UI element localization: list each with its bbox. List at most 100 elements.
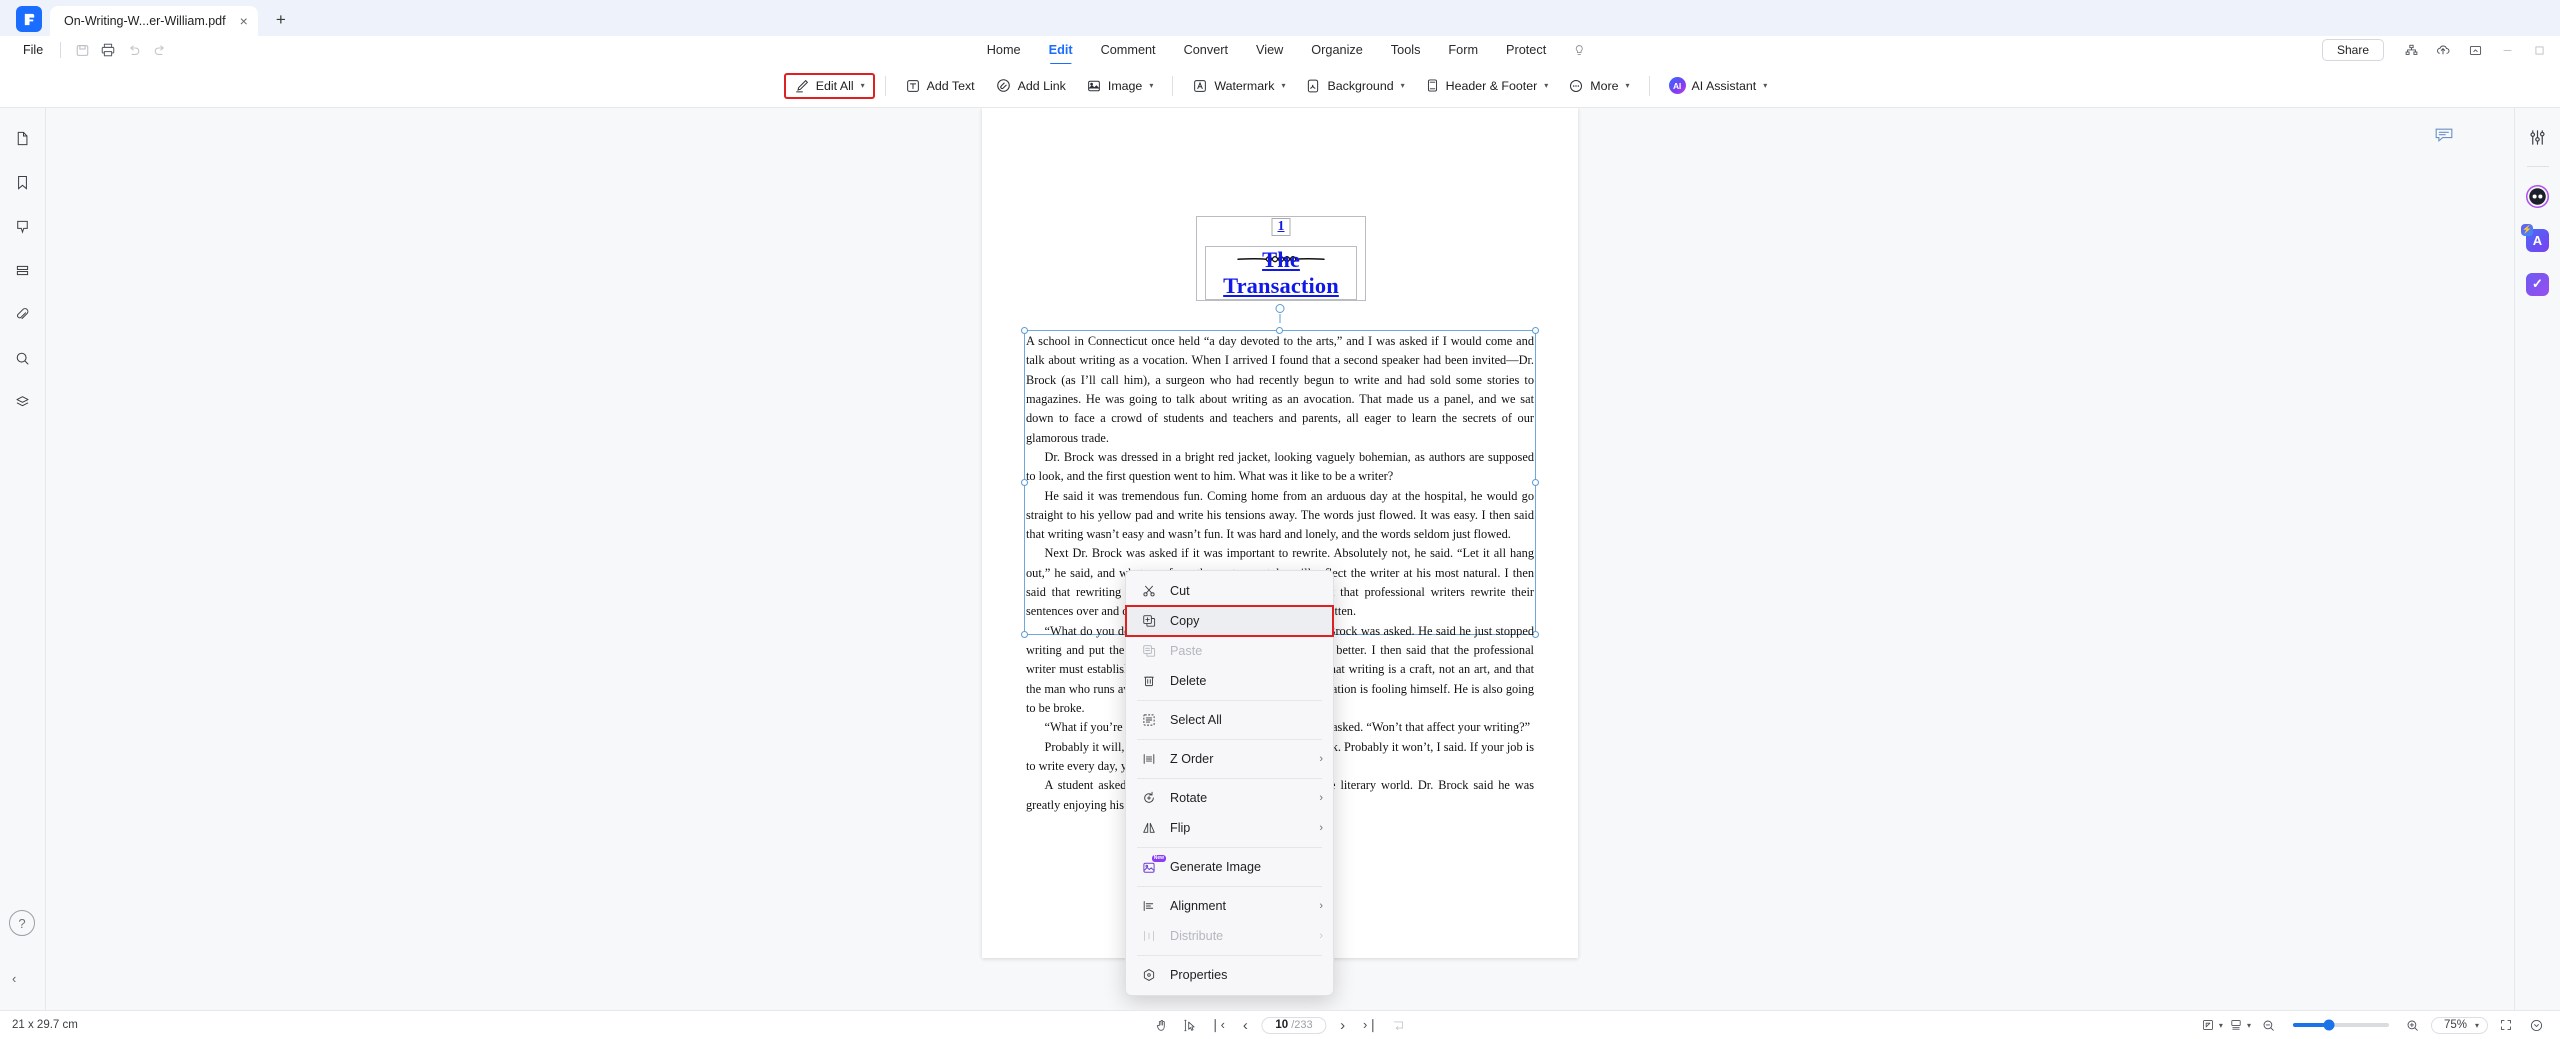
tab-edit[interactable]: Edit: [1035, 41, 1087, 60]
cursor-select-icon[interactable]: [1177, 1014, 1201, 1036]
header-anchor-handle[interactable]: [1275, 304, 1285, 323]
zoom-level-dropdown[interactable]: 75% ▾: [2430, 1016, 2488, 1034]
tab-view[interactable]: View: [1242, 41, 1297, 60]
page-number-field[interactable]: 1: [1271, 218, 1291, 236]
ai-check-icon[interactable]: ✓: [2523, 269, 2553, 299]
hand-icon[interactable]: [1149, 1014, 1173, 1036]
context-menu-item-select-all[interactable]: Select All: [1126, 705, 1333, 735]
add-link-button[interactable]: Add Link: [986, 72, 1075, 99]
maximize-icon[interactable]: [2492, 39, 2522, 61]
first-page-button[interactable]: ❘‹: [1205, 1014, 1229, 1036]
chevron-down-icon[interactable]: ▾: [861, 81, 865, 90]
search-icon[interactable]: [9, 344, 37, 372]
chevron-down-icon[interactable]: ▾: [1149, 81, 1153, 90]
attachment-icon[interactable]: [9, 300, 37, 328]
scroll-mode-icon[interactable]: ▾: [2229, 1014, 2251, 1036]
zoom-slider[interactable]: [2292, 1019, 2389, 1031]
tab-protect[interactable]: Protect: [1492, 41, 1560, 60]
document-tab[interactable]: On-Writing-W...er-William.pdf ×: [50, 6, 258, 36]
save-icon[interactable]: [69, 39, 95, 61]
close-window-icon[interactable]: [2524, 39, 2554, 61]
chevron-down-icon[interactable]: ▾: [1763, 81, 1767, 90]
chevron-down-icon[interactable]: ▾: [1625, 81, 1629, 90]
bookmark-icon[interactable]: [9, 168, 37, 196]
prev-page-button[interactable]: ‹: [1233, 1014, 1257, 1036]
file-menu[interactable]: File: [14, 40, 52, 60]
tab-comment[interactable]: Comment: [1087, 41, 1170, 60]
undo-icon[interactable]: [121, 39, 147, 61]
tab-tools[interactable]: Tools: [1377, 41, 1435, 60]
background-button[interactable]: Background ▾: [1296, 73, 1413, 99]
tab-form[interactable]: Form: [1434, 41, 1492, 60]
close-tab-icon[interactable]: ×: [240, 14, 248, 28]
chevron-down-icon[interactable]: ▾: [2475, 1021, 2479, 1030]
chevron-right-icon: ›: [1319, 899, 1323, 912]
fullscreen-icon[interactable]: [2494, 1014, 2518, 1036]
fit-page-icon[interactable]: [1387, 1014, 1411, 1036]
list-icon[interactable]: [9, 256, 37, 284]
document-title-box[interactable]: The Transaction: [1205, 246, 1357, 300]
generate-image-icon: New: [1137, 854, 1166, 876]
add-text-button[interactable]: Add Text: [896, 73, 984, 99]
context-menu-item-alignment[interactable]: Alignment ›: [1126, 891, 1333, 921]
page-view-icon[interactable]: ▾: [2201, 1014, 2223, 1036]
chevron-down-icon[interactable]: ▾: [1544, 81, 1548, 90]
add-text-label: Add Text: [926, 78, 975, 93]
sliders-icon[interactable]: [2523, 122, 2553, 152]
new-tab-button[interactable]: +: [268, 7, 294, 33]
org-chart-icon[interactable]: [2396, 39, 2426, 61]
chevron-down-circle-icon[interactable]: [2524, 1014, 2548, 1036]
context-menu-item-rotate[interactable]: Rotate ›: [1126, 783, 1333, 813]
context-menu-item-generate-image[interactable]: New Generate Image: [1126, 852, 1333, 882]
chat-bubble-icon[interactable]: [2432, 124, 2456, 144]
chevron-down-icon[interactable]: ▾: [2247, 1021, 2251, 1030]
minimize-icon[interactable]: [2460, 39, 2490, 61]
page-number-input[interactable]: 10 /233: [1261, 1016, 1327, 1034]
share-button[interactable]: Share: [2321, 39, 2384, 61]
help-button[interactable]: ?: [9, 910, 35, 936]
chevron-down-icon[interactable]: ▾: [2219, 1021, 2223, 1030]
chevron-down-icon[interactable]: ▾: [1281, 81, 1285, 90]
context-menu-item-copy[interactable]: Copy: [1125, 605, 1334, 637]
paragraph: He said it was tremendous fun. Coming ho…: [1026, 488, 1534, 542]
redo-icon[interactable]: [147, 39, 173, 61]
watermark-button[interactable]: Watermark ▾: [1183, 73, 1294, 99]
comment-icon[interactable]: [9, 212, 37, 240]
print-icon[interactable]: [95, 39, 121, 61]
context-menu-separator: [1137, 886, 1322, 887]
ai-robot-icon[interactable]: [2523, 181, 2553, 211]
tab-home[interactable]: Home: [973, 41, 1035, 60]
chevron-down-icon[interactable]: ▾: [1401, 81, 1405, 90]
last-page-button[interactable]: ›❘: [1359, 1014, 1383, 1036]
context-menu-item-delete[interactable]: Delete: [1126, 666, 1333, 696]
ai-translate-icon[interactable]: A ⚡: [2521, 223, 2553, 255]
context-menu-separator: [1137, 739, 1322, 740]
context-menu-item-cut[interactable]: Cut: [1126, 576, 1333, 606]
context-menu-item-properties[interactable]: Properties: [1126, 960, 1333, 990]
collapse-sidebar-button[interactable]: ‹: [12, 971, 16, 986]
context-menu-item-flip[interactable]: Flip ›: [1126, 813, 1333, 843]
zoom-controls: ▾ ▾ 75% ▾: [2201, 1014, 2560, 1036]
layers-icon[interactable]: [9, 388, 37, 416]
more-button[interactable]: More ▾: [1559, 73, 1638, 99]
context-menu-item-z-order[interactable]: Z Order ›: [1126, 744, 1333, 774]
image-button[interactable]: Image ▾: [1077, 73, 1162, 99]
ai-assistant-button[interactable]: AI AI Assistant ▾: [1660, 72, 1777, 99]
lightbulb-icon[interactable]: [1572, 43, 1587, 58]
zoom-in-button[interactable]: [2401, 1014, 2425, 1036]
thumbnails-icon[interactable]: [9, 124, 37, 152]
context-menu[interactable]: Cut Copy Paste Delete Select All Z Order…: [1125, 570, 1334, 996]
zoom-slider-knob[interactable]: [2323, 1019, 2335, 1031]
tab-convert[interactable]: Convert: [1170, 41, 1242, 60]
tab-organize[interactable]: Organize: [1297, 41, 1376, 60]
distribute-icon: [1137, 928, 1161, 944]
left-sidebar: ? ‹: [0, 108, 46, 1010]
context-menu-label: Z Order: [1170, 752, 1214, 766]
zoom-out-button[interactable]: [2257, 1014, 2281, 1036]
header-footer-button[interactable]: Header & Footer ▾: [1416, 73, 1558, 98]
cloud-upload-icon[interactable]: [2428, 39, 2458, 61]
next-page-button[interactable]: ›: [1331, 1014, 1355, 1036]
document-header-block[interactable]: 1 The Transaction: [1196, 216, 1366, 301]
edit-all-button[interactable]: Edit All ▾: [783, 72, 875, 99]
document-canvas[interactable]: 1 The Transaction A school in Connecticu…: [46, 108, 2514, 1010]
